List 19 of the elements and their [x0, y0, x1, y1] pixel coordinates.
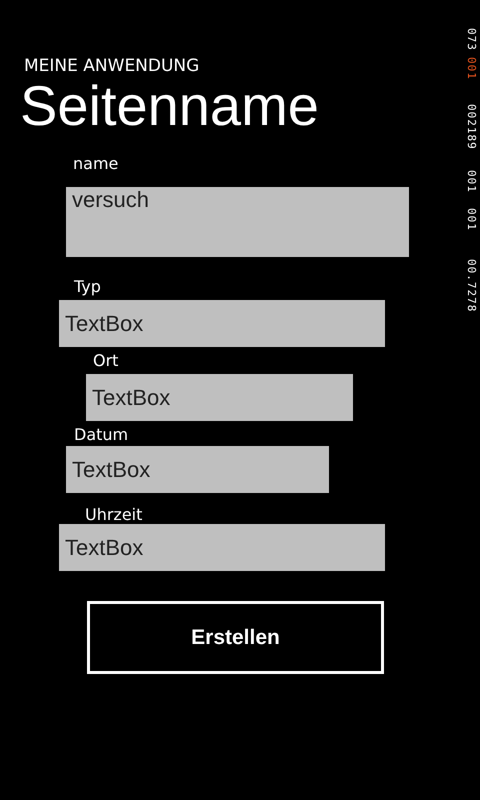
- text-field[interactable]: versuch: [66, 187, 409, 258]
- frame-rate-counter: 001: [465, 170, 478, 192]
- create-button[interactable]: Erstellen: [87, 601, 384, 674]
- frame-rate-counter: 001: [465, 56, 478, 80]
- field-label: Uhrzeit: [85, 505, 142, 524]
- frame-rate-counter: 073: [465, 28, 478, 51]
- field-label: Datum: [74, 425, 128, 444]
- text-field[interactable]: TextBox: [66, 446, 329, 494]
- app-title: MEINE ANWENDUNG: [24, 56, 200, 76]
- field-label: name: [73, 154, 118, 174]
- text-field[interactable]: TextBox: [59, 524, 385, 572]
- field-label: Typ: [74, 277, 101, 296]
- page-title: Seitenname: [20, 74, 319, 138]
- frame-rate-counter: 002189: [465, 104, 478, 150]
- text-field[interactable]: TextBox: [59, 300, 385, 348]
- frame-rate-counter: 001: [465, 208, 478, 232]
- field-label: Ort: [93, 351, 118, 370]
- text-field[interactable]: TextBox: [86, 374, 353, 422]
- frame-rate-counter: 00.7278: [465, 259, 478, 313]
